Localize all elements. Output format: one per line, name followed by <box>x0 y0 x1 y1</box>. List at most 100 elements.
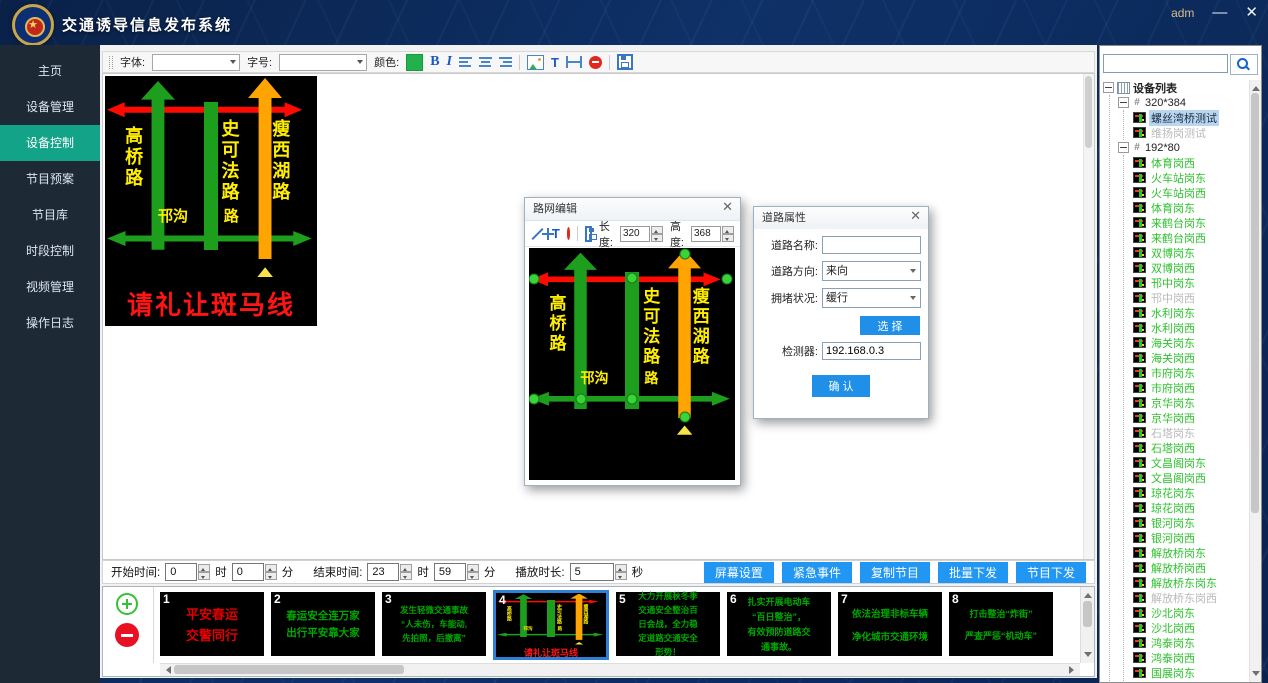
draw-cross-icon[interactable] <box>542 228 545 240</box>
device-item[interactable]: 来鹤台岗东 <box>1133 215 1249 230</box>
cross-road-label-left[interactable]: 邗沟 <box>581 371 609 385</box>
device-item[interactable]: 海关岗东 <box>1133 335 1249 350</box>
close-icon[interactable]: ✕ <box>910 208 921 224</box>
dialog-title[interactable]: 道路属性 <box>754 207 928 229</box>
device-item[interactable]: 市府岗东 <box>1133 365 1249 380</box>
scroll-right-icon[interactable] <box>1069 666 1078 674</box>
edit-handle[interactable] <box>679 412 690 423</box>
logged-in-user[interactable]: adm <box>1171 6 1194 20</box>
playlist-item-6[interactable]: 6扎实开展电动车“百日整治”，有效预防道路交通事故。 <box>727 592 831 656</box>
device-item[interactable]: 螺丝湾桥测试 <box>1133 110 1249 125</box>
cross-road-label-right[interactable]: 路 <box>644 371 658 385</box>
device-item[interactable]: 体育岗东 <box>1133 200 1249 215</box>
device-item[interactable]: 沙北岗东 <box>1133 605 1249 620</box>
device-item[interactable]: 海关岗西 <box>1133 350 1249 365</box>
canvas-scrollbar[interactable] <box>1083 74 1094 559</box>
spin-up-icon[interactable] <box>651 226 663 234</box>
playlist-item-7[interactable]: 7依法治理非标车辆净化城市交通环境 <box>838 592 942 656</box>
collapse-icon[interactable] <box>1118 97 1129 108</box>
sidebar-item-program-library[interactable]: 节目库 <box>0 197 100 233</box>
search-button[interactable] <box>1230 54 1258 75</box>
end-hour-spinner[interactable]: 23 <box>367 563 412 581</box>
road-label-middle[interactable]: 史可法路 <box>641 287 658 367</box>
end-minute-spinner[interactable]: 59 <box>434 563 479 581</box>
panel-scrollbar[interactable] <box>1249 80 1261 682</box>
bold-icon[interactable]: B <box>430 54 439 70</box>
spin-down-icon[interactable] <box>651 234 663 242</box>
height-value[interactable]: 368 <box>691 226 721 242</box>
device-item[interactable]: 火车站岗西 <box>1133 185 1249 200</box>
tree-group[interactable]: #320*384 <box>1118 95 1249 110</box>
close-icon[interactable]: ✕ <box>1245 5 1258 20</box>
spin-up-icon[interactable] <box>722 226 734 234</box>
device-item[interactable]: 解放桥岗西 <box>1133 560 1249 575</box>
start-hour-value[interactable]: 0 <box>165 563 197 581</box>
device-item[interactable]: 京华岗东 <box>1133 395 1249 410</box>
spin-up-icon[interactable] <box>400 564 412 572</box>
color-swatch[interactable] <box>406 54 423 71</box>
scroll-left-icon[interactable] <box>162 666 171 674</box>
spin-down-icon[interactable] <box>615 572 627 580</box>
screen-settings-button[interactable]: 屏幕设置 <box>704 562 774 583</box>
tree-group[interactable]: #192*80 <box>1118 140 1249 155</box>
tree-root[interactable]: 设备列表 <box>1103 80 1249 95</box>
close-icon[interactable]: ✕ <box>722 199 733 215</box>
sidebar-item-home[interactable]: 主页 <box>0 53 100 89</box>
font-select[interactable] <box>152 54 240 71</box>
sidebar-item-device-manage[interactable]: 设备管理 <box>0 89 100 125</box>
edit-handle[interactable] <box>529 393 540 404</box>
playlist-item-2[interactable]: 2春运安全连万家出行平安靠大家 <box>271 592 375 656</box>
collapse-icon[interactable] <box>1103 82 1114 93</box>
edit-handle[interactable] <box>679 248 690 259</box>
road-label-right[interactable]: 瘦西湖路 <box>691 287 708 367</box>
copy-program-button[interactable]: 复制节目 <box>860 562 930 583</box>
scroll-up-icon[interactable] <box>1252 82 1260 91</box>
playlist-item-3[interactable]: 3发生轻微交通事故“人未伤，车能动,先拍照，后撤离” <box>382 592 486 656</box>
program-send-button[interactable]: 节目下发 <box>1016 562 1086 583</box>
device-item[interactable]: 银河岗东 <box>1133 515 1249 530</box>
device-item[interactable]: 双博岗西 <box>1133 260 1249 275</box>
edit-handle[interactable] <box>721 274 732 285</box>
playlist-item-4[interactable]: 4高桥路史可法路瘦西湖路邗沟路请礼让斑马线 <box>493 590 609 660</box>
device-item[interactable]: 文昌阁岗西 <box>1133 470 1249 485</box>
draw-line-icon[interactable] <box>531 228 535 240</box>
device-item[interactable]: 鸿泰岗西 <box>1133 650 1249 665</box>
end-hour-value[interactable]: 23 <box>367 563 399 581</box>
device-item[interactable]: 国展岗西 <box>1133 680 1249 682</box>
align-right-icon[interactable] <box>499 57 512 68</box>
road-green-shaft-middle[interactable] <box>625 272 639 409</box>
playlist-vertical-scrollbar[interactable] <box>1080 587 1094 663</box>
spin-down-icon[interactable] <box>722 234 734 242</box>
confirm-button[interactable]: 确 认 <box>812 375 870 397</box>
batch-send-button[interactable]: 批量下发 <box>938 562 1008 583</box>
spin-down-icon[interactable] <box>198 572 210 580</box>
start-hour-spinner[interactable]: 0 <box>165 563 210 581</box>
device-search-input[interactable] <box>1103 54 1228 73</box>
device-item[interactable]: 维扬岗测试 <box>1133 125 1249 140</box>
sidebar-item-period-control[interactable]: 时段控制 <box>0 233 100 269</box>
device-item[interactable]: 琼花岗东 <box>1133 485 1249 500</box>
delete-icon[interactable] <box>567 227 571 240</box>
device-item[interactable]: 邗中岗西 <box>1133 290 1249 305</box>
insert-image-icon[interactable] <box>527 55 544 70</box>
align-left-icon[interactable] <box>459 57 472 68</box>
spin-up-icon[interactable] <box>615 564 627 572</box>
start-minute-spinner[interactable]: 0 <box>232 563 277 581</box>
edit-handle[interactable] <box>627 273 638 284</box>
road-direction-select[interactable]: 来向 <box>822 261 921 281</box>
minimize-icon[interactable]: — <box>1212 5 1227 20</box>
end-minute-value[interactable]: 59 <box>434 563 466 581</box>
screen-width-icon[interactable] <box>566 56 582 68</box>
toolbar-grip[interactable] <box>109 56 113 69</box>
device-item[interactable]: 市府岗西 <box>1133 380 1249 395</box>
device-item[interactable]: 国展岗东 <box>1133 665 1249 680</box>
save-icon[interactable] <box>617 54 633 70</box>
device-item[interactable]: 银河岗西 <box>1133 530 1249 545</box>
device-item[interactable]: 鸿泰岗东 <box>1133 635 1249 650</box>
italic-icon[interactable]: I <box>447 54 452 70</box>
playlist-item-5[interactable]: 5大力开展秋冬季交通安全整治百日会战，全力稳定道路交通安全形势！ <box>616 592 720 656</box>
remove-program-icon[interactable] <box>115 623 139 647</box>
device-item[interactable]: 解放桥东岗西 <box>1133 590 1249 605</box>
dialog-title[interactable]: 路网编辑 <box>525 198 740 221</box>
height-spinner[interactable]: 368 <box>691 226 734 242</box>
